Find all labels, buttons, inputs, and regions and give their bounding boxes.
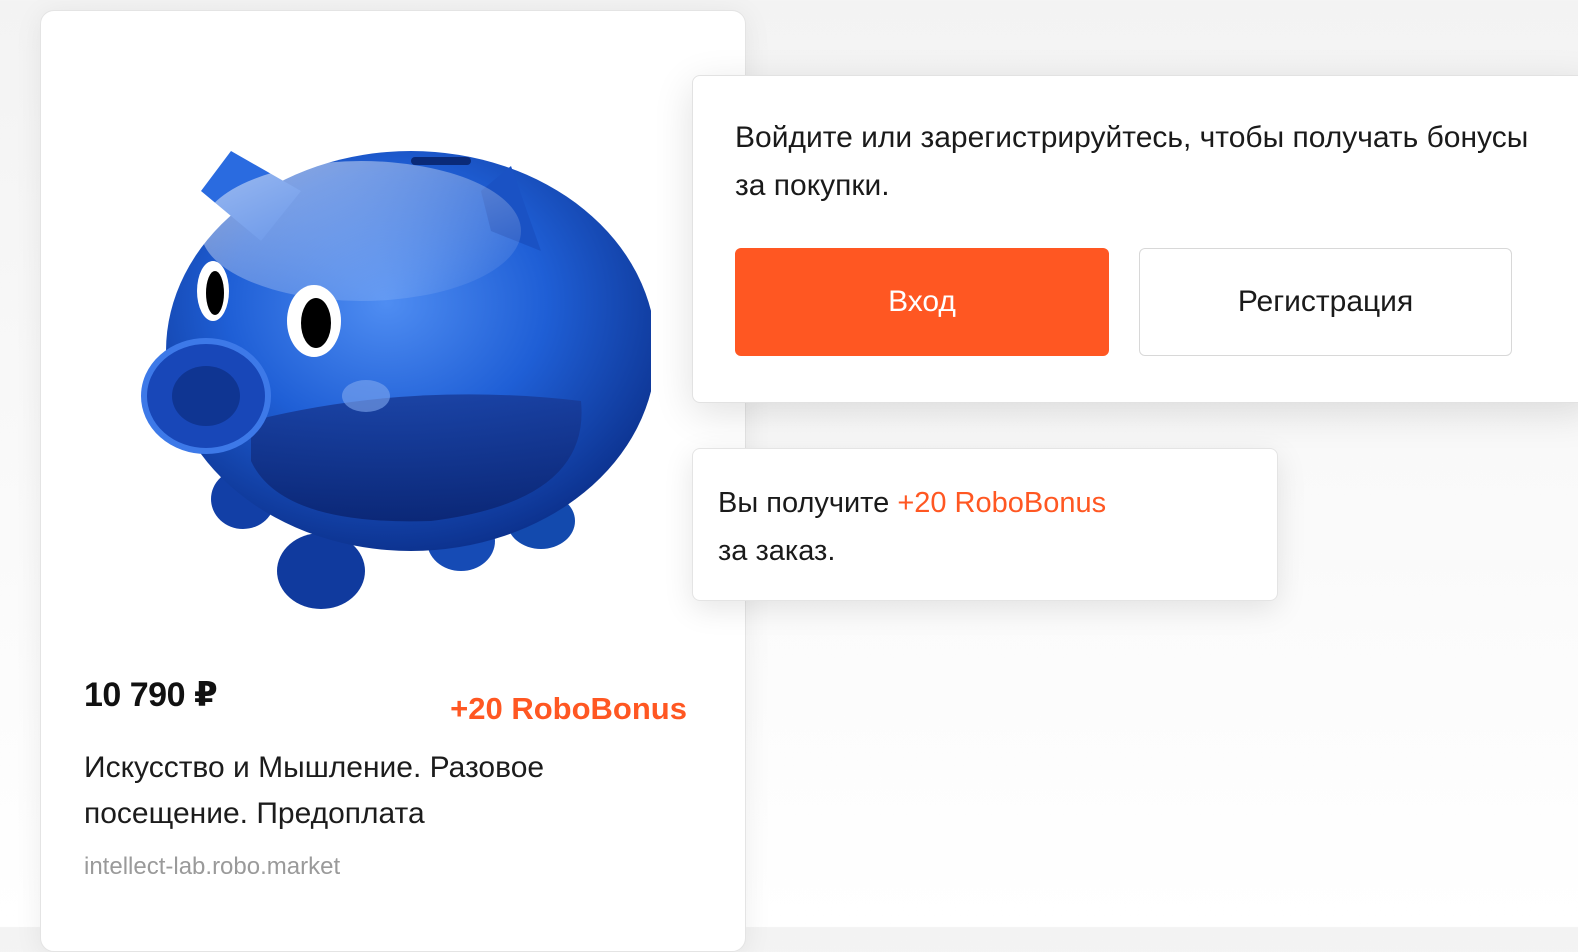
seller-domain[interactable]: intellect-lab.robo.market — [84, 853, 340, 881]
register-button[interactable]: Регистрация — [1139, 248, 1512, 356]
card-bonus-label: +20 RoboBonus — [450, 691, 687, 726]
bonus-tooltip-prefix: Вы получите — [718, 487, 898, 519]
bonus-tooltip-amount: +20 RoboBonus — [897, 487, 1107, 519]
product-card[interactable]: 10 790 ₽ +20 RoboBonus Искусство и Мышле… — [40, 10, 746, 952]
product-price: 10 790 ₽ — [84, 676, 218, 714]
bonus-tooltip-suffix: за заказ. — [718, 535, 836, 567]
piggy-bank-image — [141, 151, 651, 609]
login-popup: Войдите или зарегистрируйтесь, чтобы пол… — [692, 75, 1578, 403]
bonus-tooltip-text: Вы получите +20 RoboBonus за заказ. — [718, 479, 1106, 575]
bonus-tooltip: Вы получите +20 RoboBonus за заказ. — [692, 448, 1278, 601]
login-message: Войдите или зарегистрируйтесь, чтобы пол… — [735, 121, 1529, 202]
product-title[interactable]: Искусство и Мышление. Разовое посещение.… — [84, 745, 644, 837]
login-button[interactable]: Вход — [735, 248, 1109, 356]
